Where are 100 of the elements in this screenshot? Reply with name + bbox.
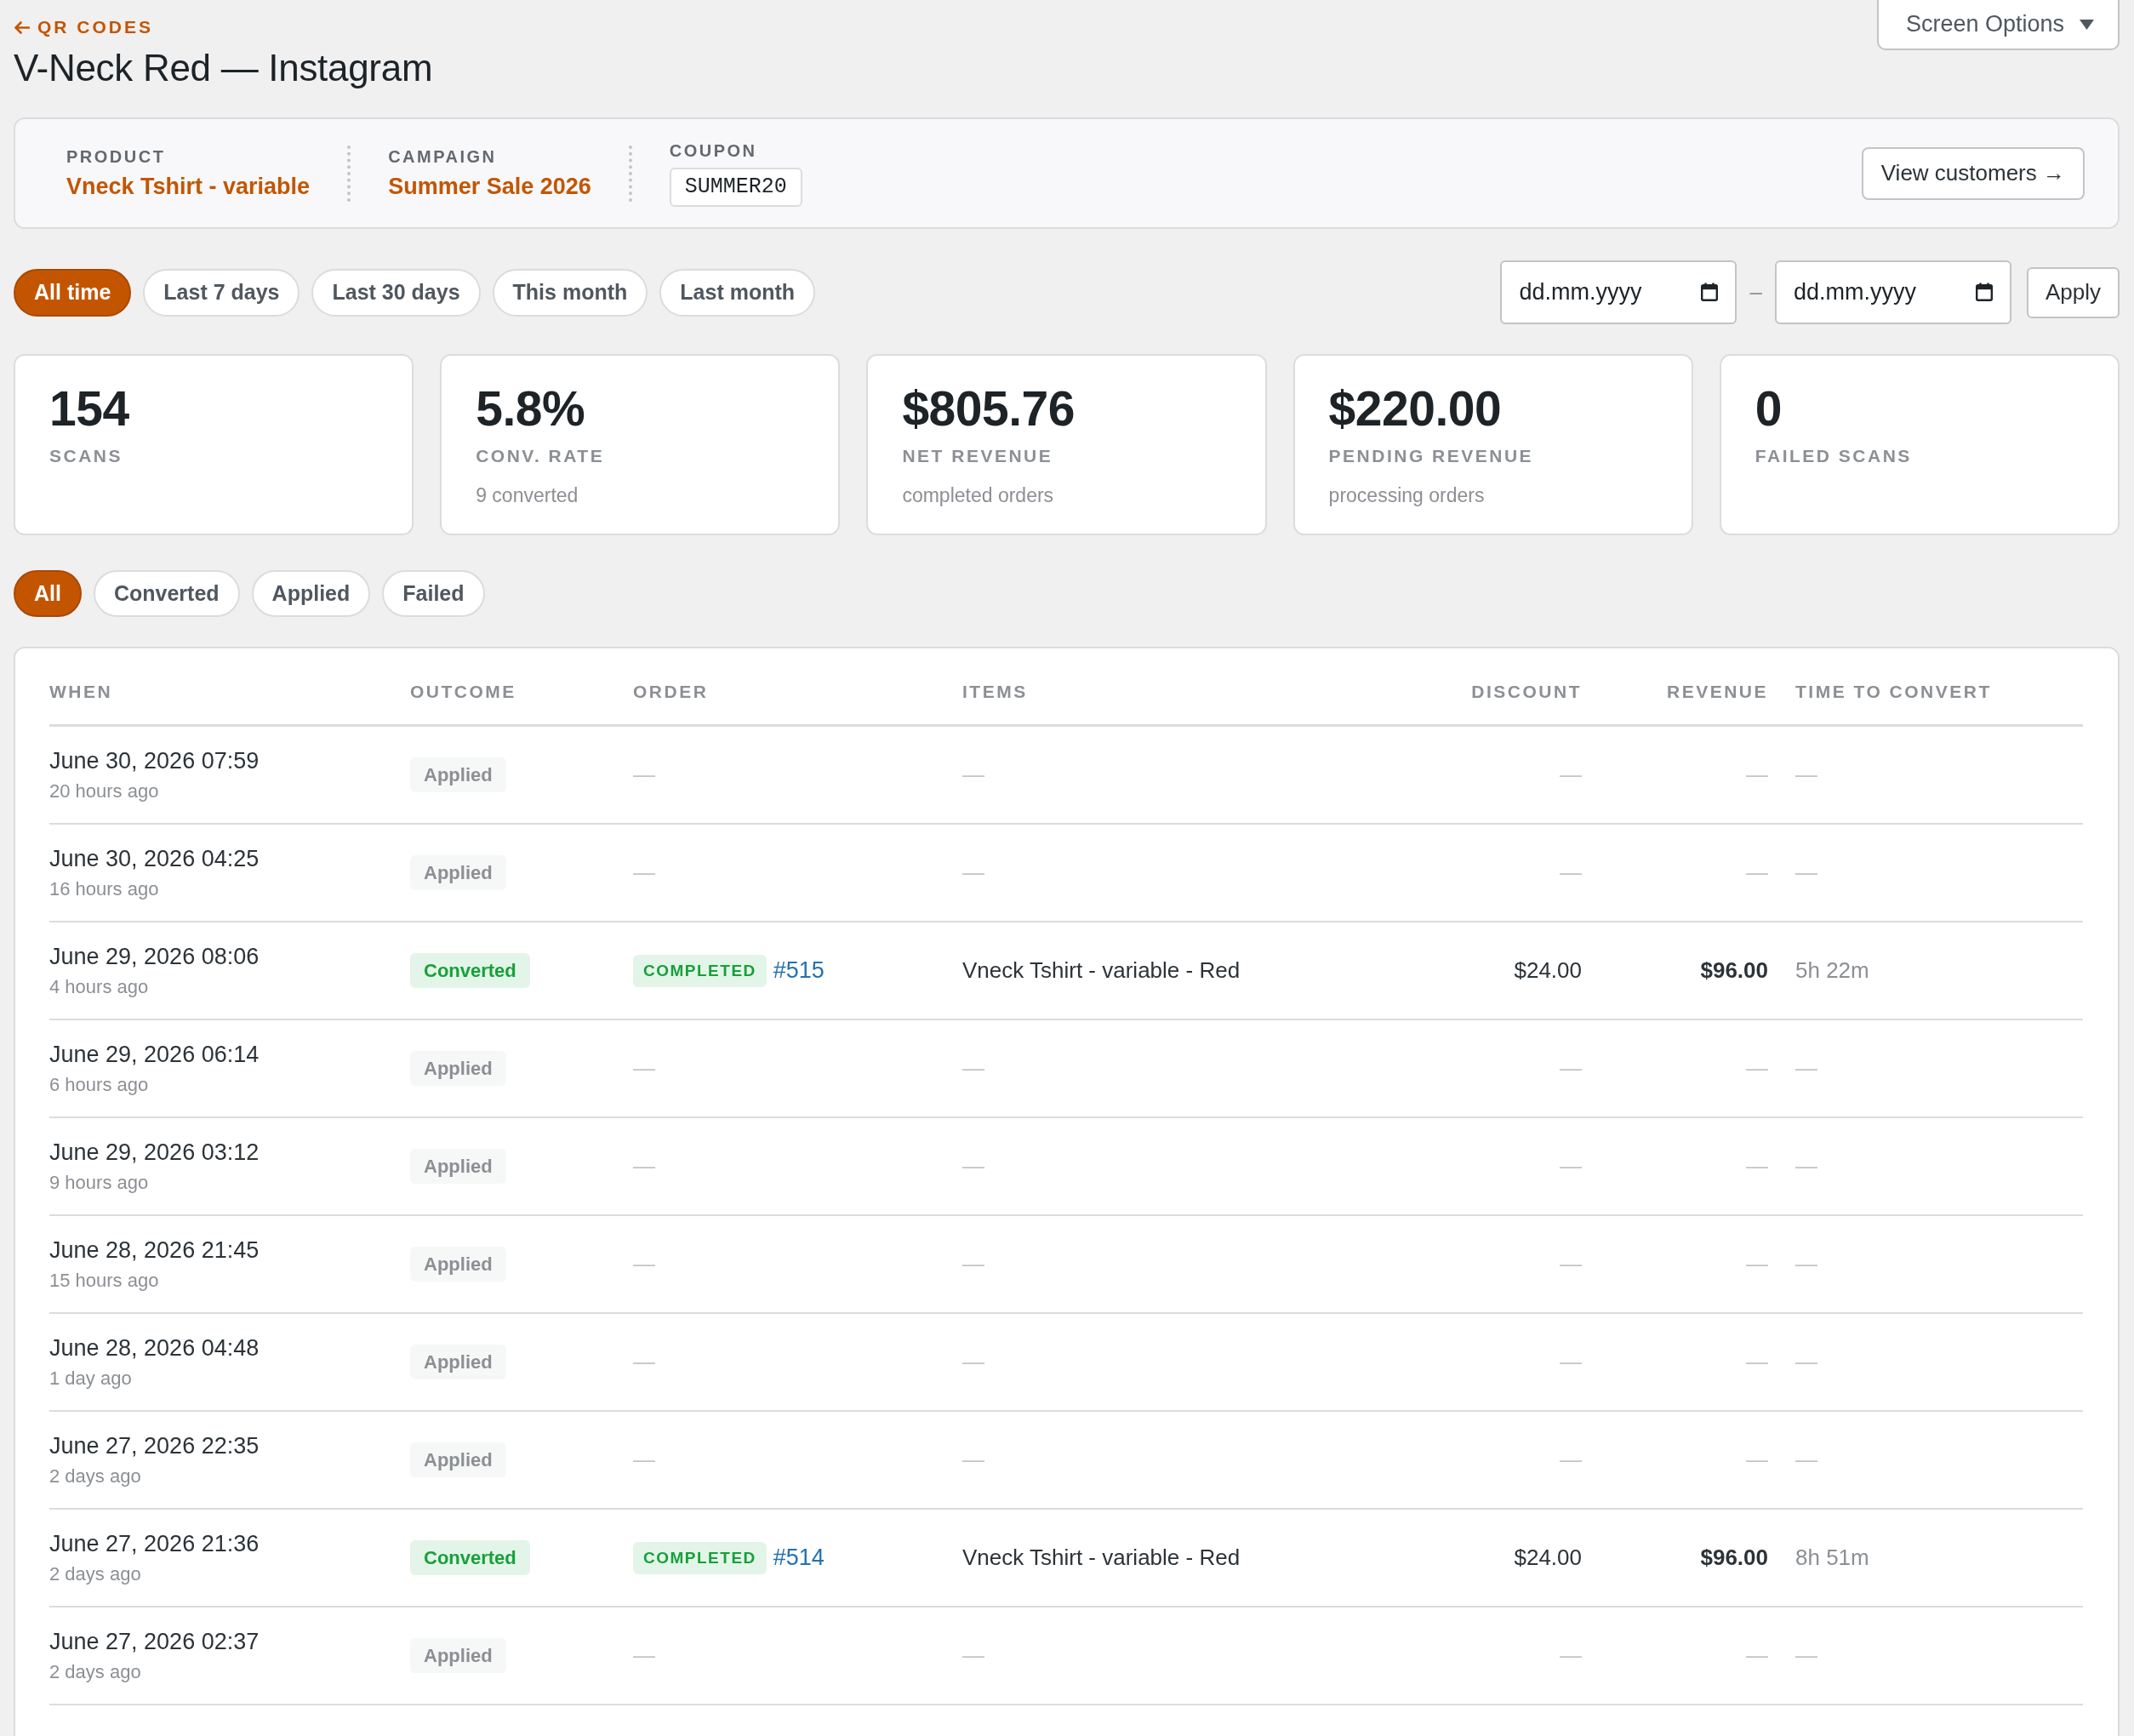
items-cell: — [962,859,984,886]
relative-time: 15 hours ago [49,1268,159,1293]
range-separator: – [1749,279,1762,306]
field-label: PRODUCT [66,146,166,167]
outcome-badge: Applied [410,1149,506,1184]
items-cell: — [962,762,984,788]
scan-date: June 29, 2026 08:06 [49,942,260,970]
back-link[interactable]: QR CODES [14,17,153,37]
relative-time: 2 days ago [49,1464,141,1488]
filter-chip[interactable]: Last 30 days [311,268,481,317]
stat-label: CONV. RATE [476,446,605,466]
time-to-convert-cell: — [1795,1153,1817,1179]
apply-button[interactable]: Apply [2026,266,2120,318]
outcome-badge: Applied [410,757,506,792]
time-to-convert-cell: 8h 51m [1795,1545,1869,1570]
caret-icon [2080,19,2094,30]
time-to-convert-cell: — [1795,1251,1817,1276]
stat-value: 154 [49,381,129,436]
column-header: TIME TO CONVERT [1794,681,1992,702]
stat-label: PENDING REVENUE [1328,446,1534,466]
order-cell: — [633,1153,655,1179]
time-to-convert-cell: — [1795,859,1817,885]
column-header: DISCOUNT [1471,681,1582,702]
relative-time: 16 hours ago [49,877,159,901]
scan-date: June 28, 2026 04:48 [49,1333,260,1362]
column-header: REVENUE [1666,681,1768,702]
items-cell: — [962,1153,984,1179]
column-header: OUTCOME [410,681,516,702]
view-customers-button[interactable]: View customers → [1861,146,2085,200]
outcome-badge: Converted [410,1540,530,1575]
page-title: V-Neck Red — Instagram [14,46,433,90]
filter-chip[interactable]: Last month [659,268,815,317]
relative-time: 1 day ago [49,1366,132,1391]
filter-chip[interactable]: All time [14,268,132,317]
filter-chip[interactable]: Applied [251,570,371,617]
discount-cell: — [1560,1349,1582,1375]
detail-link[interactable]: Summer Sale 2026 [388,171,591,201]
outcome-badge: Applied [410,855,506,890]
time-to-convert-cell: — [1795,1055,1817,1081]
scan-date: June 27, 2026 02:37 [49,1627,260,1655]
filter-chip[interactable]: Converted [93,570,240,617]
time-to-convert-cell: — [1795,1447,1817,1472]
date-field[interactable]: dd.mm.yyyy [1774,260,2011,324]
column-header: ITEMS [962,681,1028,702]
items-cell: — [962,1349,984,1375]
order-cell: — [633,1447,655,1473]
discount-cell: — [1560,1642,1582,1669]
order-cell: — [633,1055,655,1082]
column-header: ORDER [633,681,709,702]
relative-time: 2 days ago [49,1562,141,1586]
order-status-badge: COMPLETED [633,954,767,987]
discount-cell: — [1560,1251,1582,1277]
stat-note: processing orders [1328,483,1485,507]
field-label: COUPON [669,140,757,161]
order-status-badge: COMPLETED [633,1541,767,1574]
order-link[interactable]: #514 [773,1545,824,1571]
discount-cell: $24.00 [1514,957,1582,984]
discount-cell: — [1560,859,1582,886]
date-field[interactable]: dd.mm.yyyy [1500,260,1737,324]
stat-value: $220.00 [1328,381,1502,436]
revenue-cell: — [1746,762,1768,788]
filter-chip[interactable]: This month [492,268,648,317]
calendar-icon[interactable] [1701,283,1719,301]
discount-cell: — [1560,1447,1582,1473]
stat-note: completed orders [902,483,1054,507]
order-link[interactable]: #515 [773,957,824,984]
relative-time: 20 hours ago [49,779,159,803]
calendar-icon[interactable] [1975,283,1993,301]
scan-date: June 30, 2026 04:25 [49,844,260,872]
scan-date: June 27, 2026 21:36 [49,1529,260,1557]
time-to-convert-cell: — [1795,1642,1817,1668]
coupon-code: SUMMER20 [669,167,802,207]
revenue-cell: — [1746,1447,1768,1473]
scan-date: June 29, 2026 03:12 [49,1138,260,1166]
revenue-cell: — [1746,1251,1768,1277]
relative-time: 2 days ago [49,1659,141,1684]
time-to-convert-cell: — [1795,762,1817,787]
field-label: CAMPAIGN [388,146,497,167]
items-cell: Vneck Tshirt - variable - Red [962,1545,1241,1571]
filter-chip[interactable]: Failed [382,570,485,617]
detail-link[interactable]: Vneck Tshirt - variable [66,171,311,201]
stat-label: NET REVENUE [902,446,1053,466]
filter-chip[interactable]: Last 7 days [143,268,300,317]
time-to-convert-cell: — [1795,1349,1817,1374]
relative-time: 4 hours ago [49,974,149,999]
discount-cell: $24.00 [1514,1545,1582,1571]
revenue-cell: $96.00 [1700,1545,1768,1571]
discount-cell: — [1560,1055,1582,1082]
items-cell: — [962,1447,984,1473]
screen-options-button[interactable]: Screen Options [1876,0,2120,50]
revenue-cell: — [1746,1153,1768,1179]
stat-value: 5.8% [476,381,585,436]
stat-label: SCANS [49,446,123,466]
revenue-cell: — [1746,1055,1768,1082]
revenue-cell: — [1746,1349,1768,1375]
order-cell: — [633,1642,655,1669]
items-cell: — [962,1251,984,1277]
filter-chip[interactable]: All [14,570,82,617]
outcome-badge: Converted [410,953,530,988]
revenue-cell: — [1746,859,1768,886]
